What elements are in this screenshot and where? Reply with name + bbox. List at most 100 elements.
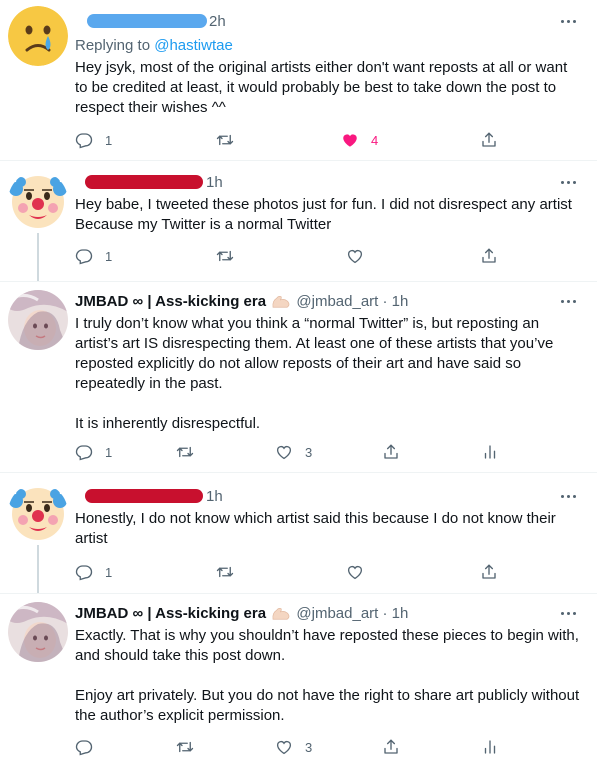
analytics-button[interactable] xyxy=(481,442,499,462)
heart-icon xyxy=(346,247,364,265)
reply-count: 1 xyxy=(105,444,113,460)
share-icon xyxy=(382,443,400,461)
tweet-time[interactable]: · 1h xyxy=(383,605,409,622)
like-button[interactable]: 4 xyxy=(341,130,378,150)
user-handle[interactable]: @jmbad_art xyxy=(296,293,378,310)
analytics-icon xyxy=(481,738,499,756)
artist-avatar-image xyxy=(8,290,68,350)
reply-button[interactable] xyxy=(75,737,93,757)
heart-filled-icon xyxy=(341,131,359,149)
replying-to-label: Replying to xyxy=(75,37,155,54)
like-count: 3 xyxy=(305,444,313,460)
clown-emoji-icon xyxy=(8,483,68,543)
retweet-icon xyxy=(216,131,234,149)
tweet-header: JMBAD ∞ | Ass-kicking era @jmbad_art · 1… xyxy=(75,604,583,624)
share-button[interactable] xyxy=(480,562,498,582)
tweet-time[interactable]: 1h xyxy=(206,173,223,193)
reply-icon xyxy=(75,247,93,265)
mention-link[interactable]: @hastiwtae xyxy=(154,37,233,54)
share-button[interactable] xyxy=(382,737,400,757)
tweet-header: 1h xyxy=(75,173,583,193)
reply-icon xyxy=(75,443,93,461)
retweet-icon xyxy=(176,738,194,756)
thread-line xyxy=(37,545,39,593)
avatar-clown-emoji[interactable] xyxy=(8,483,68,543)
tweet-header: JMBAD ∞ | Ass-kicking era @jmbad_art · 1… xyxy=(75,292,583,312)
more-options-icon[interactable] xyxy=(561,487,577,503)
user-handle[interactable]: @jmbad_art xyxy=(296,605,378,622)
tweet-time[interactable]: 1h xyxy=(206,487,223,507)
tweet-time[interactable]: 2h xyxy=(209,12,226,32)
flexed-bicep-emoji-icon xyxy=(270,605,292,621)
tweet-text: Hey jsyk, most of the original artists e… xyxy=(75,59,568,116)
tweet-actions: 1 xyxy=(75,562,590,582)
heart-icon xyxy=(275,443,293,461)
display-name[interactable]: JMBAD ∞ | Ass-kicking era xyxy=(75,605,266,622)
share-icon xyxy=(480,131,498,149)
reply-button[interactable]: 1 xyxy=(75,562,112,582)
reply-button[interactable]: 1 xyxy=(75,130,112,150)
share-button[interactable] xyxy=(382,442,400,462)
tweet-actions: 1 4 xyxy=(75,130,590,150)
share-icon xyxy=(382,738,400,756)
like-button[interactable] xyxy=(346,246,364,266)
more-options-icon[interactable] xyxy=(561,604,577,620)
tweet-actions: 1 3 xyxy=(75,442,590,462)
retweet-button[interactable] xyxy=(216,562,234,582)
reply-button[interactable]: 1 xyxy=(75,246,112,266)
tweet-header: 1h xyxy=(75,487,583,507)
retweet-button[interactable] xyxy=(216,130,234,150)
heart-icon xyxy=(275,738,293,756)
analytics-icon xyxy=(481,443,499,461)
share-button[interactable] xyxy=(480,246,498,266)
reply-icon xyxy=(75,738,93,756)
like-button[interactable] xyxy=(346,562,364,582)
more-options-icon[interactable] xyxy=(561,12,577,28)
tweet-text: Hey babe, I tweeted these photos just fo… xyxy=(75,196,572,233)
display-name[interactable]: JMBAD ∞ | Ass-kicking era xyxy=(75,293,266,310)
retweet-button[interactable] xyxy=(176,737,194,757)
heart-icon xyxy=(346,563,364,581)
tweet-3[interactable]: JMBAD ∞ | Ass-kicking era @jmbad_art · 1… xyxy=(0,282,597,472)
avatar-artist[interactable] xyxy=(8,290,68,350)
tweet-5[interactable]: JMBAD ∞ | Ass-kicking era @jmbad_art · 1… xyxy=(0,594,597,769)
reply-count: 1 xyxy=(105,132,113,148)
like-count: 3 xyxy=(305,739,313,755)
replying-to-line: Replying to @hastiwtae xyxy=(75,36,583,56)
reply-button[interactable]: 1 xyxy=(75,442,112,462)
reply-icon xyxy=(75,563,93,581)
artist-avatar-image xyxy=(8,602,68,662)
sad-tear-emoji-icon xyxy=(8,6,68,66)
tweet-actions: 3 xyxy=(75,737,590,757)
like-count: 4 xyxy=(371,132,379,148)
like-button[interactable]: 3 xyxy=(275,442,312,462)
avatar-artist[interactable] xyxy=(8,602,68,662)
retweet-button[interactable] xyxy=(176,442,194,462)
share-icon xyxy=(480,247,498,265)
clown-emoji-icon xyxy=(8,171,68,231)
tweet-time[interactable]: · 1h xyxy=(383,293,409,310)
avatar-clown-emoji[interactable] xyxy=(8,171,68,231)
reply-count: 1 xyxy=(105,248,113,264)
tweet-text: Exactly. That is why you shouldn’t have … xyxy=(75,627,580,724)
tweet-header: 2h xyxy=(75,12,583,32)
retweet-icon xyxy=(176,443,194,461)
retweet-button[interactable] xyxy=(216,246,234,266)
more-options-icon[interactable] xyxy=(561,173,577,189)
redacted-username-bar xyxy=(87,14,207,28)
analytics-button[interactable] xyxy=(481,737,499,757)
like-button[interactable]: 3 xyxy=(275,737,312,757)
retweet-icon xyxy=(216,247,234,265)
tweet-2[interactable]: 1h Hey babe, I tweeted these photos just… xyxy=(0,161,597,281)
tweet-1[interactable]: 2h Replying to @hastiwtae Hey jsyk, most… xyxy=(0,0,597,160)
redacted-username-bar xyxy=(85,489,203,503)
share-button[interactable] xyxy=(480,130,498,150)
flexed-bicep-emoji-icon xyxy=(270,293,292,309)
redacted-username-bar xyxy=(85,175,203,189)
thread-line xyxy=(37,233,39,281)
more-options-icon[interactable] xyxy=(561,292,577,308)
tweet-4[interactable]: 1h Honestly, I do not know which artist … xyxy=(0,473,597,593)
avatar-sad-emoji[interactable] xyxy=(8,6,68,66)
reply-count: 1 xyxy=(105,564,113,580)
tweet-text: I truly don’t know what you think a “nor… xyxy=(75,315,554,432)
